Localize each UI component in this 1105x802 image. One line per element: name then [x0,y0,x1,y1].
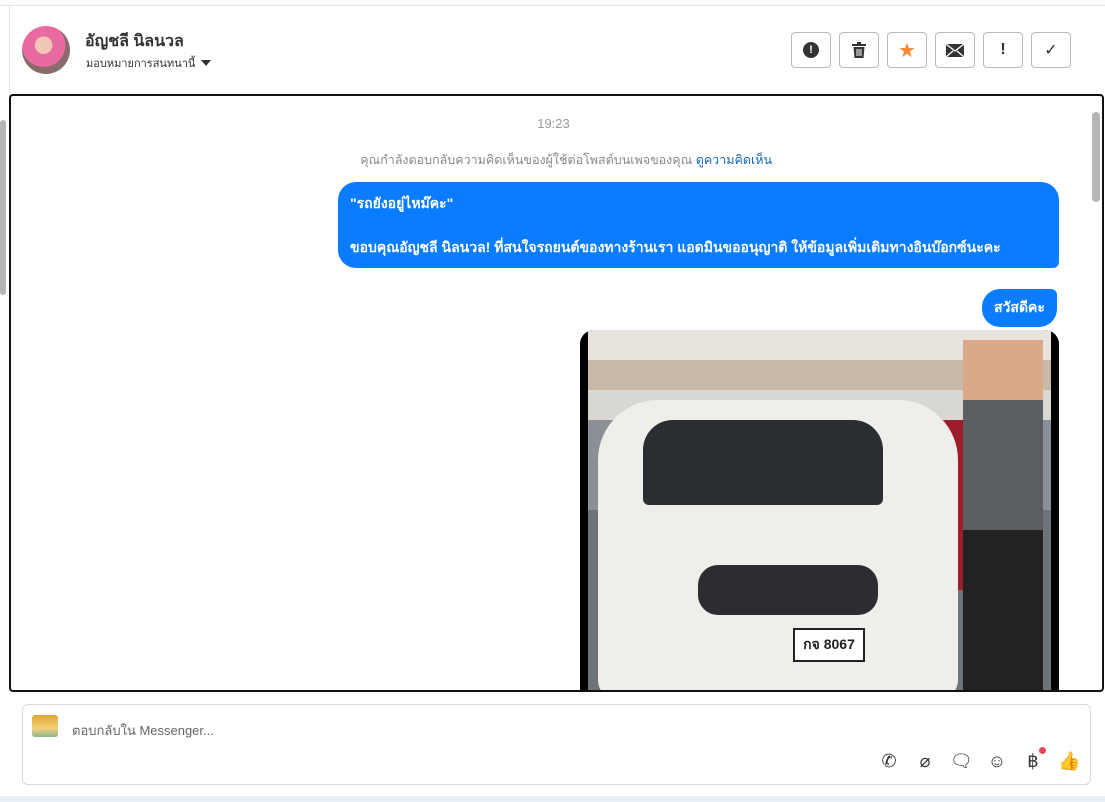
message-text: สวัสดีคะ [994,299,1045,315]
done-button[interactable]: ✓ [1031,32,1071,68]
conversation-panel: 19:23 คุณกำลังตอบกลับความคิดเห็นของผู้ใช… [9,94,1104,692]
notice-text: คุณกำลังตอบกลับความคิดเห็นของผู้ใช้ต่อโพ… [360,153,693,167]
message-text: ขอบคุณอัญชลี นิลนวล! ที่สนใจรถยนต์ของทาง… [350,239,1001,255]
thumbs-up-icon[interactable]: 👍 [1058,751,1080,772]
chat-scrollbar-thumb[interactable] [1092,112,1100,202]
license-plate: กจ 8067 [793,628,865,662]
top-divider [0,5,1105,6]
action-toolbar: ! ★ ! ✓ [791,32,1071,68]
message-bubble: สวัสดีคะ [982,289,1057,327]
baht-icon[interactable]: ฿ [1022,747,1046,772]
bottom-strip [0,796,1105,802]
video-thumbnail: กจ 8067 [588,330,1051,690]
mark-unread-button[interactable] [935,32,975,68]
contact-name: อัญชลี นิลนวล [85,33,184,50]
star-icon: ★ [898,39,916,62]
message-bubble: "รถยังอยู่ไหม๊คะ" ขอบคุณอัญชลี นิลนวล! ที… [338,182,1059,268]
spam-button[interactable]: ! [791,32,831,68]
delete-button[interactable] [839,32,879,68]
trash-icon [852,42,866,58]
composer-tools: ✆ ⌀ 🗨 ☺ ฿ 👍 [878,747,1080,772]
page-logo [32,715,58,737]
page-scrollbar[interactable] [0,120,6,295]
paperclip-icon[interactable]: ⌀ [914,751,936,772]
view-comment-link[interactable]: ดูความคิดเห็น [696,153,772,167]
thumbnail-windshield [643,420,883,505]
avatar [22,26,70,74]
thumbnail-person [963,340,1043,690]
alert-circle-icon: ! [803,42,819,58]
important-button[interactable]: ! [983,32,1023,68]
phone-add-icon[interactable]: ✆ [878,751,900,772]
thumbnail-grill [698,565,878,615]
notification-dot [1039,747,1046,754]
comment-reply-notice: คุณกำลังตอบกลับความคิดเห็นของผู้ใช้ต่อโพ… [360,150,772,170]
assign-conversation-dropdown[interactable]: มอบหมายการสนทนานี้ [86,54,212,72]
emoji-icon[interactable]: ☺ [986,751,1008,772]
exclamation-icon: ! [1000,41,1006,58]
left-divider [9,6,10,96]
caret-down-icon [201,60,212,66]
check-icon: ✓ [1044,42,1058,59]
timestamp: 19:23 [537,116,570,131]
envelope-icon [946,43,964,57]
reply-composer[interactable]: ตอบกลับใน Messenger... ✆ ⌀ 🗨 ☺ ฿ 👍 [22,704,1091,785]
quoted-comment: "รถยังอยู่ไหม๊คะ" [350,195,454,211]
reply-input[interactable]: ตอบกลับใน Messenger... [72,720,214,741]
chat-bubble-icon[interactable]: 🗨 [950,751,973,772]
assign-label: มอบหมายการสนทนานี้ [86,58,196,70]
video-attachment[interactable]: กจ 8067 [580,330,1059,690]
star-button[interactable]: ★ [887,32,927,68]
